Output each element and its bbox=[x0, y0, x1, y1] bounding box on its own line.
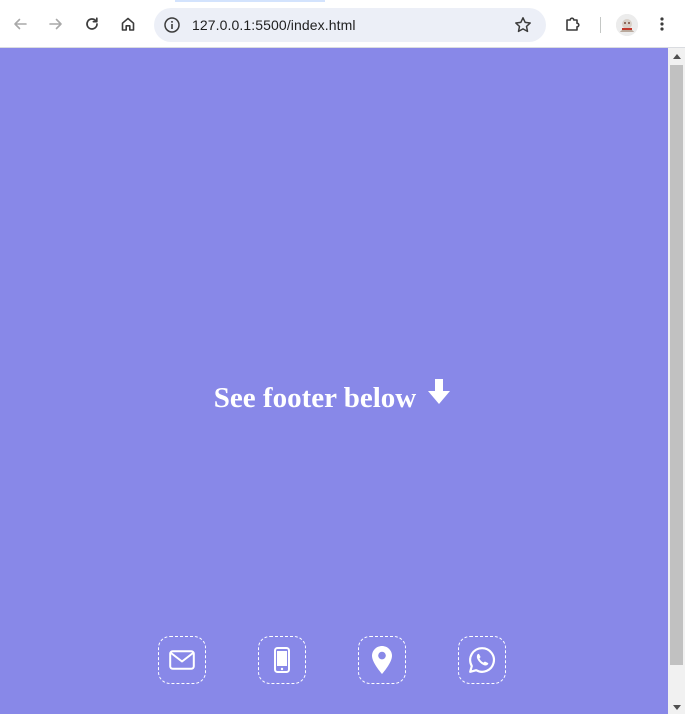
scroll-thumb[interactable] bbox=[670, 65, 683, 665]
scroll-down-arrow[interactable] bbox=[673, 705, 681, 710]
profile-picture bbox=[616, 14, 638, 36]
whatsapp-link[interactable] bbox=[458, 636, 506, 684]
kebab-menu-icon bbox=[660, 17, 664, 31]
url-text[interactable]: 127.0.0.1:5500/index.html bbox=[192, 17, 356, 33]
scroll-up-arrow[interactable] bbox=[673, 54, 681, 59]
reload-icon bbox=[86, 17, 98, 30]
page-content: See footer below bbox=[0, 48, 668, 714]
home-button[interactable] bbox=[114, 10, 142, 38]
browser-menu-button[interactable] bbox=[648, 10, 676, 38]
map-marker-icon bbox=[372, 646, 392, 674]
arrow-right-icon bbox=[49, 18, 62, 30]
location-link[interactable] bbox=[358, 636, 406, 684]
info-icon[interactable] bbox=[163, 16, 181, 34]
toolbar-divider bbox=[600, 17, 601, 33]
footer-contact-icons bbox=[0, 636, 668, 686]
mobile-phone-icon bbox=[274, 647, 290, 673]
phone-link[interactable] bbox=[258, 636, 306, 684]
forward-button[interactable] bbox=[42, 10, 70, 38]
puzzle-icon bbox=[566, 17, 580, 31]
arrow-left-icon bbox=[14, 18, 27, 30]
email-link[interactable] bbox=[158, 636, 206, 684]
page-headline: See footer below bbox=[0, 378, 668, 420]
star-icon[interactable] bbox=[514, 16, 532, 34]
headline-text: See footer below bbox=[213, 382, 417, 414]
browser-toolbar: 127.0.0.1:5500/index.html bbox=[0, 0, 685, 48]
avatar[interactable] bbox=[616, 14, 638, 36]
active-tab-edge bbox=[175, 0, 325, 2]
arrow-down-icon bbox=[424, 377, 454, 417]
back-button[interactable] bbox=[6, 10, 34, 38]
whatsapp-icon bbox=[469, 647, 496, 673]
extensions-button[interactable] bbox=[559, 10, 587, 38]
envelope-icon bbox=[169, 650, 195, 670]
address-bar[interactable]: 127.0.0.1:5500/index.html bbox=[154, 8, 546, 42]
home-icon bbox=[121, 17, 135, 31]
reload-button[interactable] bbox=[78, 10, 106, 38]
vertical-scrollbar[interactable] bbox=[668, 48, 685, 714]
